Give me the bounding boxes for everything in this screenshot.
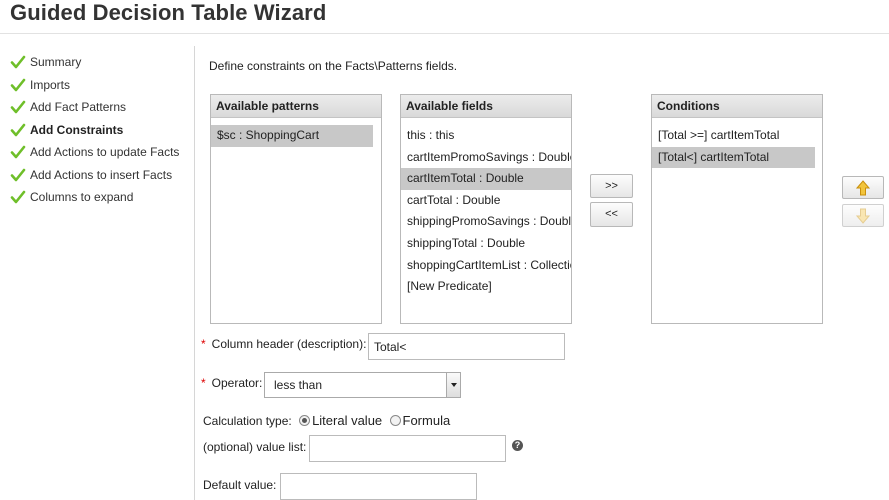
help-icon[interactable]: ? (512, 440, 523, 451)
checkmark-icon (10, 55, 26, 69)
step-update-facts[interactable]: Add Actions to update Facts (10, 141, 190, 164)
list-item[interactable]: this : this (401, 125, 571, 147)
literal-value-radio[interactable] (299, 415, 311, 426)
required-marker: * (201, 376, 206, 390)
available-patterns-panel: Available patterns $sc : ShoppingCart (210, 94, 382, 324)
step-insert-facts[interactable]: Add Actions to insert Facts (10, 164, 190, 187)
conditions-list[interactable]: [Total >=] cartItemTotal [Total<] cartIt… (652, 118, 822, 169)
step-label: Add Actions to insert Facts (30, 167, 173, 182)
value-list-label: (optional) value list: (203, 440, 307, 454)
move-down-button[interactable] (842, 204, 884, 227)
fields-list[interactable]: this : this cartItemPromoSavings : Doubl… (401, 118, 571, 325)
literal-value-label[interactable]: Literal value (312, 413, 382, 428)
list-item[interactable]: cartItemTotal : Double (401, 168, 571, 190)
required-marker: * (201, 337, 206, 351)
operator-label: * Operator: (201, 376, 262, 390)
default-value-label: Default value: (203, 478, 277, 492)
list-item[interactable]: [Total >=] cartItemTotal (652, 125, 815, 147)
step-add-fact-patterns[interactable]: Add Fact Patterns (10, 96, 190, 119)
step-label: Columns to expand (30, 190, 134, 205)
list-item[interactable]: [Total<] cartItemTotal (652, 146, 815, 169)
available-fields-panel: Available fields this : this cartItemPro… (400, 94, 572, 324)
page-title: Guided Decision Table Wizard (10, 0, 327, 25)
value-list-input[interactable] (309, 435, 506, 462)
step-label: Summary (30, 55, 82, 70)
operator-select[interactable]: less than (264, 372, 461, 398)
operator-value: less than (274, 378, 323, 392)
operator-label-text: Operator: (211, 376, 263, 390)
list-item[interactable]: cartTotal : Double (401, 190, 571, 212)
list-item[interactable]: cartItemPromoSavings : Double (401, 147, 571, 169)
wizard-steps: Summary Imports Add Fact Patterns Add Co… (10, 51, 190, 209)
formula-label[interactable]: Formula (403, 413, 451, 428)
checkmark-icon (10, 168, 26, 182)
arrow-up-icon (855, 180, 871, 196)
checkmark-icon (10, 78, 26, 92)
column-header-label-text: Column header (description): (211, 337, 367, 351)
patterns-list[interactable]: $sc : ShoppingCart (211, 118, 381, 147)
list-item[interactable]: shoppingCartItemList : Collection (401, 255, 571, 277)
intro-text: Define constraints on the Facts\Patterns… (209, 59, 458, 73)
step-summary[interactable]: Summary (10, 51, 190, 74)
list-item[interactable]: $sc : ShoppingCart (211, 125, 373, 147)
conditions-panel: Conditions [Total >=] cartItemTotal [Tot… (651, 94, 823, 324)
list-item[interactable]: [New Predicate] (401, 276, 571, 298)
step-columns-to-expand[interactable]: Columns to expand (10, 186, 190, 209)
sidebar-divider (194, 46, 195, 500)
panel-header: Conditions (652, 95, 822, 118)
add-condition-button[interactable]: >> (590, 174, 633, 198)
column-header-label: * Column header (description): (201, 337, 366, 351)
checkmark-icon (10, 145, 26, 159)
checkmark-icon (10, 100, 26, 114)
step-label: Add Constraints (30, 122, 124, 137)
move-up-button[interactable] (842, 176, 884, 199)
column-header-input[interactable]: Total< (368, 333, 565, 360)
checkmark-icon (10, 190, 26, 204)
checkmark-icon (10, 123, 26, 137)
panel-header: Available fields (401, 95, 571, 118)
step-imports[interactable]: Imports (10, 74, 190, 97)
list-item[interactable]: shippingPromoSavings : Double (401, 211, 571, 233)
step-label: Add Fact Patterns (30, 100, 127, 115)
arrow-down-icon (855, 208, 871, 224)
default-value-input[interactable] (280, 473, 477, 500)
step-label: Add Actions to update Facts (30, 145, 180, 160)
calculation-type-row: Calculation type: Literal value Formula (203, 413, 450, 428)
remove-condition-button[interactable]: << (590, 202, 633, 227)
formula-radio[interactable] (389, 415, 401, 426)
chevron-down-icon (446, 373, 460, 397)
calculation-type-label: Calculation type: (203, 414, 292, 428)
title-divider (0, 33, 889, 34)
list-item[interactable]: shippingTotal : Double (401, 233, 571, 255)
panel-header: Available patterns (211, 95, 381, 118)
step-add-constraints[interactable]: Add Constraints (10, 119, 190, 142)
step-label: Imports (30, 77, 71, 92)
